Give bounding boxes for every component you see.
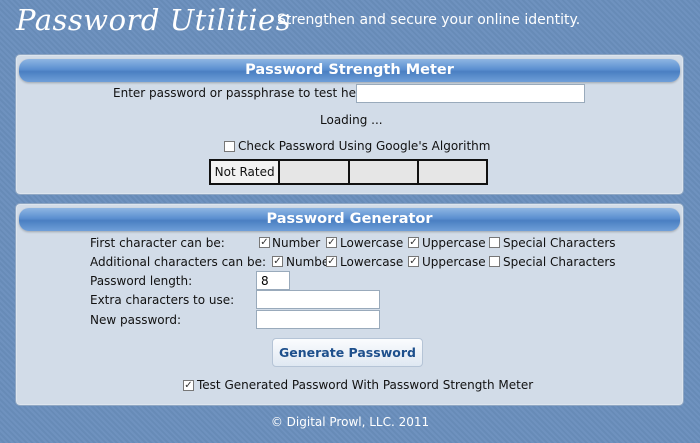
additional-special-label: Special Characters <box>503 255 616 269</box>
rating-cell <box>349 161 419 183</box>
first-lowercase-label: Lowercase <box>340 236 404 250</box>
google-check-label: Check Password Using Google's Algorithm <box>238 139 491 153</box>
first-lowercase-checkbox[interactable]: ✓ <box>326 237 337 248</box>
additional-uppercase-checkbox[interactable]: ✓ <box>408 256 419 267</box>
loading-text: Loading ... <box>320 113 383 127</box>
rating-cell <box>418 161 486 183</box>
strength-meter-title: Password Strength Meter <box>19 59 680 82</box>
rating-cell: Not Rated <box>211 161 281 183</box>
additional-chars-label: Additional characters can be: <box>90 255 266 269</box>
strength-meter-panel: Password Strength Meter Enter password o… <box>15 54 684 195</box>
extra-chars-label: Extra characters to use: <box>90 293 235 307</box>
extra-chars-input[interactable] <box>256 290 380 309</box>
generate-password-button[interactable]: Generate Password <box>272 338 423 367</box>
google-check-checkbox[interactable] <box>224 141 235 152</box>
additional-lowercase-checkbox[interactable]: ✓ <box>326 256 337 267</box>
first-char-label: First character can be: <box>90 236 225 250</box>
password-generator-panel: Password Generator First character can b… <box>15 203 684 406</box>
password-test-input[interactable] <box>356 84 585 103</box>
footer-copyright: © Digital Prowl, LLC. 2011 <box>270 415 430 429</box>
test-generated-label: Test Generated Password With Password St… <box>197 378 534 392</box>
first-uppercase-label: Uppercase <box>422 236 486 250</box>
first-special-label: Special Characters <box>503 236 616 250</box>
additional-uppercase-label: Uppercase <box>422 255 486 269</box>
password-prompt-label: Enter password or passphrase to test her… <box>113 86 373 100</box>
first-number-checkbox[interactable]: ✓ <box>259 237 270 248</box>
new-password-output[interactable] <box>256 310 380 329</box>
password-length-label: Password length: <box>90 274 193 288</box>
generator-title: Password Generator <box>19 208 680 231</box>
test-generated-checkbox[interactable]: ✓ <box>183 380 194 391</box>
first-special-checkbox[interactable] <box>489 237 500 248</box>
site-tagline: Strengthen and secure your online identi… <box>277 12 581 28</box>
first-number-label: Number <box>272 236 321 250</box>
new-password-label: New password: <box>90 313 182 327</box>
site-title: Password Utilities <box>16 3 292 37</box>
strength-rating-meter: Not Rated <box>209 159 488 185</box>
rating-cell <box>280 161 350 183</box>
additional-special-checkbox[interactable] <box>489 256 500 267</box>
password-length-input[interactable] <box>256 271 290 290</box>
additional-number-checkbox[interactable]: ✓ <box>272 256 283 267</box>
first-uppercase-checkbox[interactable]: ✓ <box>408 237 419 248</box>
additional-lowercase-label: Lowercase <box>340 255 404 269</box>
